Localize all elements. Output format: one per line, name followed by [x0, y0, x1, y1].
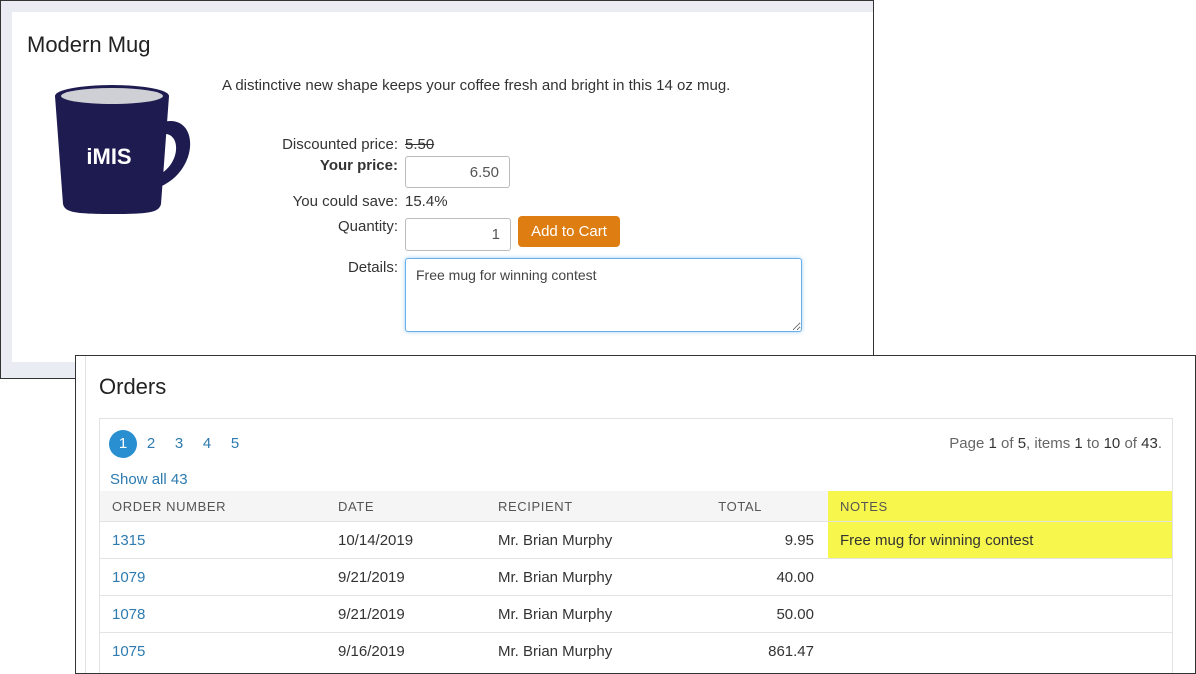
order-date: 9/16/2019 — [326, 632, 486, 669]
orders-table: ORDER NUMBER DATE RECIPIENT TOTAL NOTES … — [100, 491, 1172, 669]
quantity-label: Quantity: — [337, 218, 398, 235]
discounted-price-value: 5.50 — [405, 136, 435, 153]
order-date: 9/21/2019 — [326, 595, 486, 633]
mug-image: iMIS — [55, 85, 191, 214]
column-header-date[interactable]: DATE — [326, 491, 486, 522]
order-notes — [828, 558, 1172, 596]
column-header-order-number[interactable]: ORDER NUMBER — [100, 491, 326, 522]
order-total: 50.00 — [700, 595, 828, 633]
column-header-notes[interactable]: NOTES — [828, 491, 1172, 522]
table-header-row: ORDER NUMBER DATE RECIPIENT TOTAL NOTES — [100, 491, 1172, 522]
your-price-input[interactable] — [405, 156, 510, 188]
pager: 1 2 3 4 5 — [109, 429, 249, 459]
orders-grid: 1 2 3 4 5 Page 1 of 5, items 1 to 10 of … — [99, 418, 1173, 673]
page-link-2[interactable]: 2 — [137, 430, 165, 458]
order-total: 40.00 — [700, 558, 828, 596]
orders-window: Orders 1 2 3 4 5 Page 1 of 5, items 1 to… — [75, 355, 1196, 674]
order-number-link[interactable]: 1075 — [112, 643, 145, 660]
price-labels: Discounted price: Your price: You could … — [212, 12, 398, 352]
your-price-label: Your price: — [319, 157, 398, 174]
quantity-input[interactable] — [405, 218, 511, 251]
order-total: 861.47 — [700, 632, 828, 669]
order-recipient: Mr. Brian Murphy — [486, 558, 700, 596]
table-row: 1078 9/21/2019 Mr. Brian Murphy 50.00 — [100, 595, 1172, 633]
table-row: 1079 9/21/2019 Mr. Brian Murphy 40.00 — [100, 558, 1172, 596]
show-all-link[interactable]: Show all 43 — [110, 471, 188, 488]
add-to-cart-button[interactable]: Add to Cart — [518, 216, 620, 247]
order-recipient: Mr. Brian Murphy — [486, 595, 700, 633]
product-card: Modern Mug iMIS A distinctive new shape … — [12, 12, 873, 362]
order-date: 9/21/2019 — [326, 558, 486, 596]
product-title: Modern Mug — [27, 32, 151, 57]
table-row: 1315 10/14/2019 Mr. Brian Murphy 9.95 Fr… — [100, 521, 1172, 559]
save-label: You could save: — [292, 193, 398, 210]
column-header-total[interactable]: TOTAL — [700, 491, 828, 522]
page-link-3[interactable]: 3 — [165, 430, 193, 458]
page-link-5[interactable]: 5 — [221, 430, 249, 458]
order-date: 10/14/2019 — [326, 521, 486, 559]
save-value: 15.4% — [405, 193, 448, 210]
table-row: 1075 9/16/2019 Mr. Brian Murphy 861.47 — [100, 632, 1172, 669]
order-notes: Free mug for winning contest — [828, 521, 1172, 559]
details-textarea[interactable]: Free mug for winning contest — [405, 258, 802, 332]
page-info: Page 1 of 5, items 1 to 10 of 43. — [949, 435, 1162, 452]
details-label: Details: — [347, 259, 398, 276]
order-notes — [828, 595, 1172, 633]
column-header-recipient[interactable]: RECIPIENT — [486, 491, 700, 522]
order-number-link[interactable]: 1315 — [112, 532, 145, 549]
order-recipient: Mr. Brian Murphy — [486, 521, 700, 559]
product-window: Modern Mug iMIS A distinctive new shape … — [0, 0, 874, 379]
orders-title: Orders — [99, 374, 167, 399]
discounted-price-label: Discounted price: — [282, 136, 398, 153]
order-notes — [828, 632, 1172, 669]
orders-panel: Orders 1 2 3 4 5 Page 1 of 5, items 1 to… — [85, 356, 1195, 673]
order-recipient: Mr. Brian Murphy — [486, 632, 700, 669]
order-total: 9.95 — [700, 521, 828, 559]
mug-logo-text: iMIS — [86, 144, 131, 169]
order-number-link[interactable]: 1078 — [112, 606, 145, 623]
order-number-link[interactable]: 1079 — [112, 569, 145, 586]
page-link-1[interactable]: 1 — [109, 430, 137, 458]
page-link-4[interactable]: 4 — [193, 430, 221, 458]
